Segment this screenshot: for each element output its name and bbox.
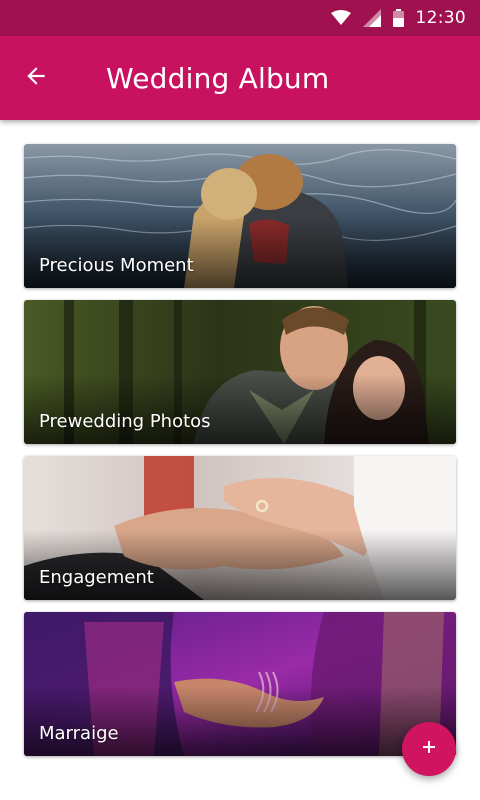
album-label: Precious Moment xyxy=(39,255,194,276)
arrow-back-icon xyxy=(23,63,49,93)
album-list: Precious Moment Prewedding Photos Engage… xyxy=(24,144,456,768)
status-time: 12:30 xyxy=(415,8,466,28)
album-card-engagement[interactable]: Engagement xyxy=(24,456,456,600)
album-card-precious-moment[interactable]: Precious Moment xyxy=(24,144,456,288)
back-button[interactable] xyxy=(0,36,72,120)
app-bar: Wedding Album xyxy=(0,36,480,120)
album-label: Engagement xyxy=(39,567,154,588)
album-card-prewedding-photos[interactable]: Prewedding Photos xyxy=(24,300,456,444)
battery-icon xyxy=(392,9,404,27)
add-icon xyxy=(421,739,437,759)
album-shade xyxy=(24,686,456,756)
page-title: Wedding Album xyxy=(106,61,330,95)
album-label: Marraige xyxy=(39,723,119,744)
album-shade xyxy=(24,530,456,600)
album-label: Prewedding Photos xyxy=(39,411,211,432)
album-shade xyxy=(24,374,456,444)
add-album-button[interactable] xyxy=(402,722,456,776)
album-shade xyxy=(24,218,456,288)
wifi-icon xyxy=(330,10,351,26)
status-bar: 12:30 xyxy=(0,0,480,36)
cellular-signal-icon xyxy=(362,9,381,27)
album-card-marraige[interactable]: Marraige xyxy=(24,612,456,756)
